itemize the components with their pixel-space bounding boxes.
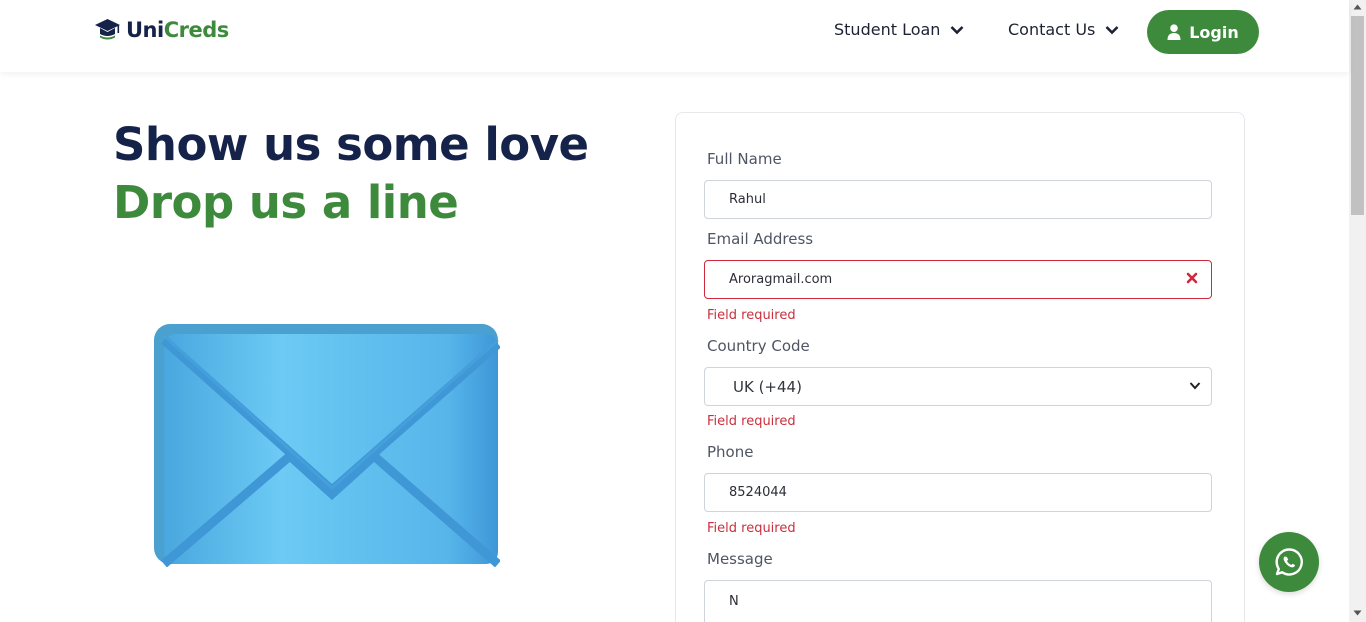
envelope-icon <box>154 324 500 567</box>
scrollbar-thumb[interactable] <box>1351 16 1364 215</box>
full-name-field[interactable]: Rahul <box>704 180 1212 219</box>
whatsapp-chat-button[interactable] <box>1259 532 1319 592</box>
phone-value: 8524044 <box>729 485 787 500</box>
phone-error: Field required <box>707 521 796 536</box>
brand-logo[interactable]: UniCreds <box>94 18 229 42</box>
hero-heading: Show us some love <box>113 118 589 171</box>
login-label: Login <box>1189 22 1239 42</box>
message-field[interactable]: N <box>704 580 1212 622</box>
email-error: Field required <box>707 308 796 323</box>
country-code-select[interactable]: UK (+44) <box>704 367 1212 406</box>
message-label: Message <box>707 550 773 568</box>
user-icon <box>1167 24 1181 40</box>
email-label: Email Address <box>707 230 814 248</box>
chevron-down-icon <box>951 25 964 34</box>
nav-contact-us-label: Contact Us <box>1008 20 1096 39</box>
email-value: Aroragmail.com <box>729 272 833 287</box>
hero-subheading: Drop us a line <box>113 176 459 229</box>
brand-name-creds: Creds <box>163 18 230 42</box>
nav-contact-us[interactable]: Contact Us <box>1008 20 1119 39</box>
brand-name: UniCreds <box>126 18 229 42</box>
phone-label: Phone <box>707 443 754 461</box>
country-code-value: UK (+44) <box>733 377 802 396</box>
brand-name-uni: Uni <box>126 18 164 42</box>
scroll-down-arrow-icon[interactable] <box>1353 610 1362 616</box>
phone-field[interactable]: 8524044 <box>704 473 1212 512</box>
scroll-up-arrow-icon[interactable] <box>1353 4 1362 10</box>
nav-student-loan[interactable]: Student Loan <box>834 20 964 39</box>
country-code-error: Field required <box>707 414 796 429</box>
whatsapp-icon <box>1275 548 1303 576</box>
country-code-label: Country Code <box>707 337 810 355</box>
message-value: N <box>729 594 739 609</box>
email-field[interactable]: Aroragmail.com <box>704 260 1212 299</box>
full-name-value: Rahul <box>729 192 766 207</box>
full-name-label: Full Name <box>707 150 782 168</box>
nav-student-loan-label: Student Loan <box>834 20 941 39</box>
login-button[interactable]: Login <box>1147 10 1259 54</box>
chevron-down-icon <box>1189 382 1201 390</box>
graduation-cap-icon <box>95 19 120 40</box>
chevron-down-icon <box>1105 25 1119 34</box>
close-icon <box>1186 272 1198 284</box>
site-header: UniCreds Student Loan Contact Us Login <box>0 0 1349 72</box>
